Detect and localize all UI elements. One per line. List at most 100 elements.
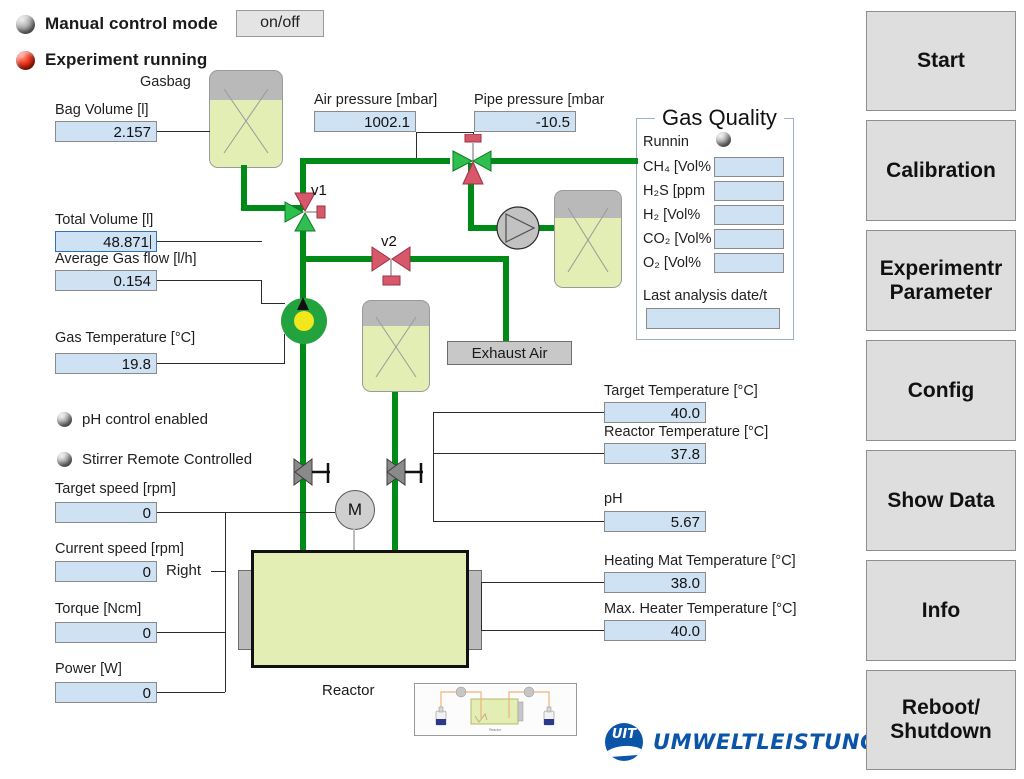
- motor-feed-wire: [225, 512, 335, 513]
- gas-quality-row: CH₄ [Vol%: [643, 155, 784, 179]
- ph-leader: [433, 521, 604, 522]
- gas-quality-ch4-value[interactable]: [714, 157, 784, 177]
- exhaust-air-box[interactable]: Exhaust Air: [447, 341, 572, 365]
- total-volume-leader: [157, 241, 262, 242]
- target-speed-label: Target speed [rpm]: [55, 481, 176, 497]
- ph-value[interactable]: 5.67: [604, 511, 706, 532]
- gas-quality-h2-value[interactable]: [714, 205, 784, 225]
- valve-v1-label: v1: [311, 182, 327, 199]
- experiment-parameter-button[interactable]: Experimentr Parameter: [866, 230, 1016, 331]
- gas-quality-h2-label: H₂ [Vol%: [643, 207, 701, 223]
- experiment-running-row: Experiment running: [16, 50, 207, 70]
- gas-quality-co2-label: CO₂ [Vol%: [643, 231, 712, 247]
- pipe-top-horizontal: [300, 158, 450, 164]
- stirrer-remote-led: [57, 452, 72, 467]
- start-button[interactable]: Start: [866, 11, 1016, 111]
- flow-direction-arrow-icon: [297, 297, 309, 310]
- valve-top-icon[interactable]: [450, 134, 494, 188]
- ph-bus-vertical: [433, 453, 434, 521]
- stirrer-bus-vertical: [225, 512, 226, 692]
- on-off-button[interactable]: on/off: [236, 10, 324, 37]
- torque-label: Torque [Ncm]: [55, 601, 142, 617]
- gas-temperature-value[interactable]: 19.8: [55, 353, 157, 374]
- gas-quality-ch4-label: CH₄ [Vol%: [643, 159, 711, 175]
- current-speed-label: Current speed [rpm]: [55, 541, 184, 557]
- calibration-button[interactable]: Calibration: [866, 120, 1016, 221]
- bag-volume-value[interactable]: 2.157: [55, 121, 157, 142]
- pipe-v1-down: [300, 230, 306, 560]
- torque-leader: [157, 632, 225, 633]
- direction-leader: [211, 571, 225, 572]
- ph-control-label: pH control enabled: [82, 411, 208, 428]
- reactor-vessel[interactable]: [251, 550, 469, 668]
- max-heater-leader: [481, 630, 604, 631]
- gas-quality-o2-value[interactable]: [714, 253, 784, 273]
- avg-gas-flow-leader: [157, 280, 262, 281]
- manual-control-mode-label: Manual control mode: [45, 14, 218, 33]
- heating-mat-leader: [481, 582, 604, 583]
- stirrer-remote-row: Stirrer Remote Controlled: [57, 451, 252, 468]
- torque-value[interactable]: 0: [55, 622, 157, 643]
- reactor-temperature-value[interactable]: 37.8: [604, 443, 706, 464]
- show-data-button[interactable]: Show Data: [866, 450, 1016, 551]
- ph-label: pH: [604, 491, 623, 507]
- valve-v2-icon[interactable]: [369, 243, 415, 291]
- power-value[interactable]: 0: [55, 682, 157, 703]
- gas-temperature-label: Gas Temperature [°C]: [55, 330, 196, 346]
- total-volume-value[interactable]: 48.871: [55, 231, 157, 252]
- process-preview-thumbnail[interactable]: Reactor: [414, 683, 577, 736]
- max-heater-temperature-value[interactable]: 40.0: [604, 620, 706, 641]
- bag-volume-label: Bag Volume [l]: [55, 102, 149, 118]
- gas-quality-o2-label: O₂ [Vol%: [643, 255, 702, 271]
- temp-bus-vertical: [433, 412, 434, 453]
- stirrer-remote-label: Stirrer Remote Controlled: [82, 451, 253, 468]
- gas-quality-row: H₂S [ppm: [643, 179, 784, 203]
- avg-gas-flow-label: Average Gas flow [l/h]: [55, 251, 197, 267]
- air-pressure-leader-v: [416, 133, 417, 158]
- avg-gas-flow-leader-v: [261, 280, 262, 304]
- pump-icon[interactable]: [496, 206, 540, 250]
- heating-mat-temperature-value[interactable]: 38.0: [604, 572, 706, 593]
- last-analysis-value[interactable]: [646, 308, 780, 329]
- gas-quality-co2-value[interactable]: [714, 229, 784, 249]
- pipe-pressure-label: Pipe pressure [mbar]: [474, 92, 604, 108]
- experiment-running-label: Experiment running: [45, 50, 208, 69]
- target-speed-leader: [157, 512, 225, 513]
- heater-bus-vertical: [481, 582, 482, 630]
- gas-quality-row: O₂ [Vol%: [643, 251, 784, 275]
- manual-control-mode-led: [16, 14, 35, 34]
- target-temperature-label: Target Temperature [°C]: [604, 383, 758, 399]
- gas-temperature-leader: [157, 363, 285, 364]
- gasbag-tank: [209, 70, 283, 168]
- config-button[interactable]: Config: [866, 340, 1016, 441]
- svg-text:Reactor: Reactor: [489, 728, 502, 732]
- pipe-exhaust-down: [503, 256, 509, 342]
- pipe-pressure-value[interactable]: -10.5: [474, 111, 576, 132]
- manual-valve-right-icon[interactable]: [383, 455, 431, 497]
- reactor-temp-leader: [433, 453, 604, 454]
- ph-control-led: [57, 412, 72, 427]
- reactor-temperature-label: Reactor Temperature [°C]: [604, 424, 769, 440]
- max-heater-temperature-label: Max. Heater Temperature [°C]: [604, 601, 797, 617]
- gas-quality-h2s-value[interactable]: [714, 181, 784, 201]
- bag-volume-leader: [157, 131, 210, 132]
- avg-gas-flow-value[interactable]: 0.154: [55, 270, 157, 291]
- manual-valve-left-icon[interactable]: [290, 455, 338, 497]
- uit-logo-icon: UIT: [605, 723, 643, 761]
- target-temp-leader: [433, 412, 604, 413]
- process-tank: [362, 300, 430, 392]
- pipe-topright-horizontal: [488, 158, 638, 164]
- stirrer-direction-label: Right: [166, 562, 202, 579]
- pipe-v2-to-exhaust: [408, 256, 508, 262]
- info-button[interactable]: Info: [866, 560, 1016, 661]
- stirrer-motor-icon[interactable]: M: [335, 490, 375, 530]
- reactor-caption: Reactor: [322, 682, 375, 699]
- target-speed-value[interactable]: 0: [55, 502, 157, 523]
- heating-mat-temperature-label: Heating Mat Temperature [°C]: [604, 553, 796, 569]
- current-speed-value[interactable]: 0: [55, 561, 157, 582]
- pipe-v2-horizontal: [300, 256, 375, 262]
- air-pressure-value[interactable]: 1002.1: [314, 111, 416, 132]
- uit-logo-wave: [605, 744, 643, 758]
- target-temperature-value[interactable]: 40.0: [604, 402, 706, 423]
- reboot-shutdown-button[interactable]: Reboot/Shutdown: [866, 670, 1016, 770]
